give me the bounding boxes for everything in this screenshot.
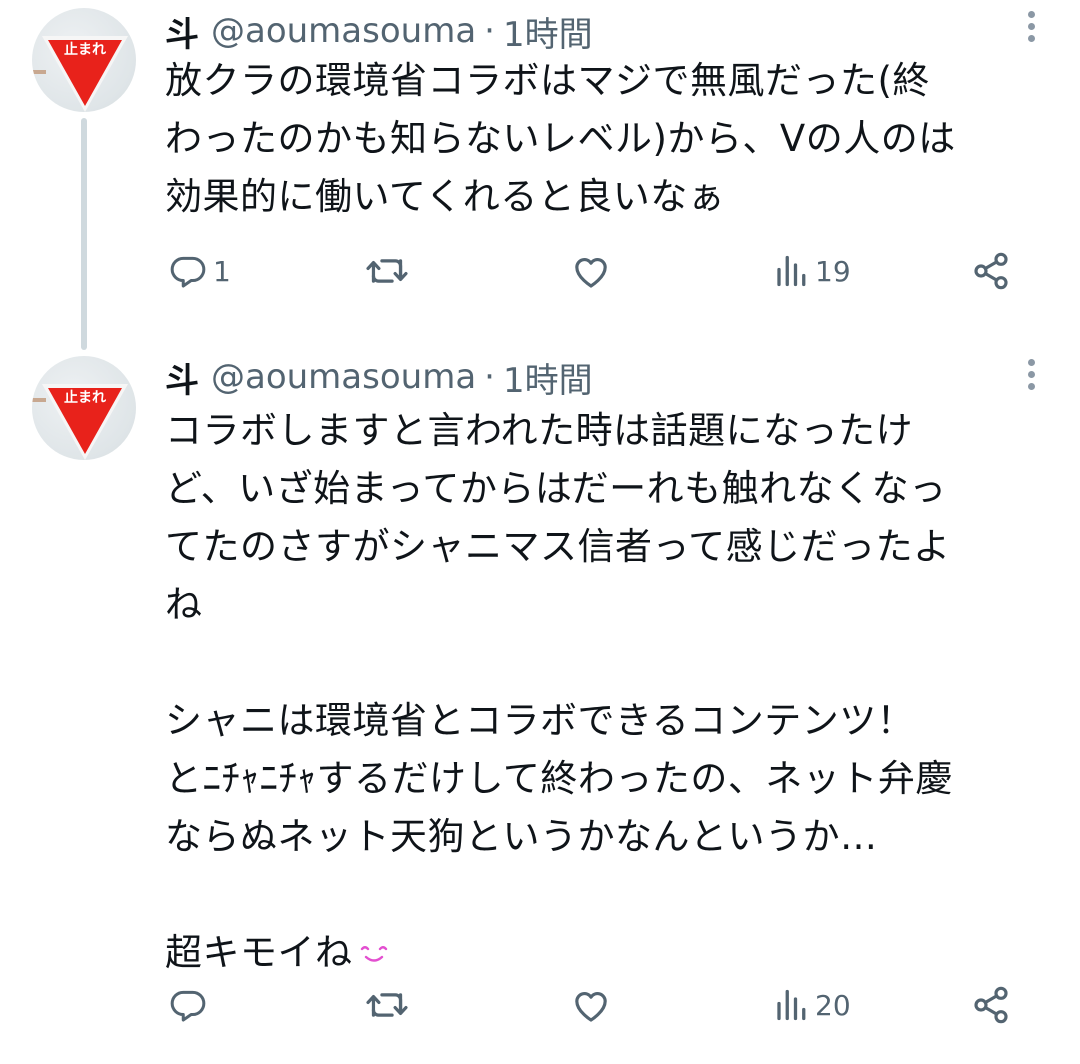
- views-button[interactable]: 20: [773, 980, 851, 1030]
- share-button[interactable]: [971, 980, 1011, 1030]
- avatar[interactable]: 止まれ: [32, 356, 136, 460]
- tweet-header: 斗 @aoumasouma · 1時間: [165, 352, 593, 402]
- tweet-text-body: コラボしますと言われた時は話題になったけ ど、いざ始まってからはだーれも触れなく…: [165, 409, 953, 974]
- separator-dot: ·: [484, 357, 495, 397]
- user-handle[interactable]: @aoumasouma: [211, 357, 476, 397]
- avatar-sign-text: 止まれ: [64, 389, 106, 406]
- tweet[interactable]: 止まれ 斗 @aoumasouma · 1時間 コラボしますと言われた時は話題に…: [0, 0, 1080, 1064]
- smiling-face-emoji: [357, 926, 391, 984]
- share-icon: [974, 986, 1008, 1024]
- like-button[interactable]: [571, 980, 617, 1030]
- display-name[interactable]: 斗: [165, 353, 199, 402]
- like-icon: [575, 992, 607, 1022]
- more-icon: [1027, 359, 1035, 366]
- tweet-text: コラボしますと言われた時は話題になったけ ど、いざ始まってからはだーれも触れなく…: [165, 402, 1055, 984]
- views-icon: [777, 989, 806, 1021]
- timestamp[interactable]: 1時間: [503, 353, 593, 402]
- retweet-icon: [366, 993, 408, 1017]
- reply-button[interactable]: [169, 980, 213, 1030]
- stop-sign-icon: 止まれ: [32, 384, 128, 460]
- tweet-actions: 20: [165, 980, 1025, 1030]
- retweet-button[interactable]: [365, 980, 415, 1030]
- reply-icon: [170, 990, 206, 1022]
- views-count: 20: [815, 988, 851, 1022]
- more-options-button[interactable]: [1026, 356, 1036, 396]
